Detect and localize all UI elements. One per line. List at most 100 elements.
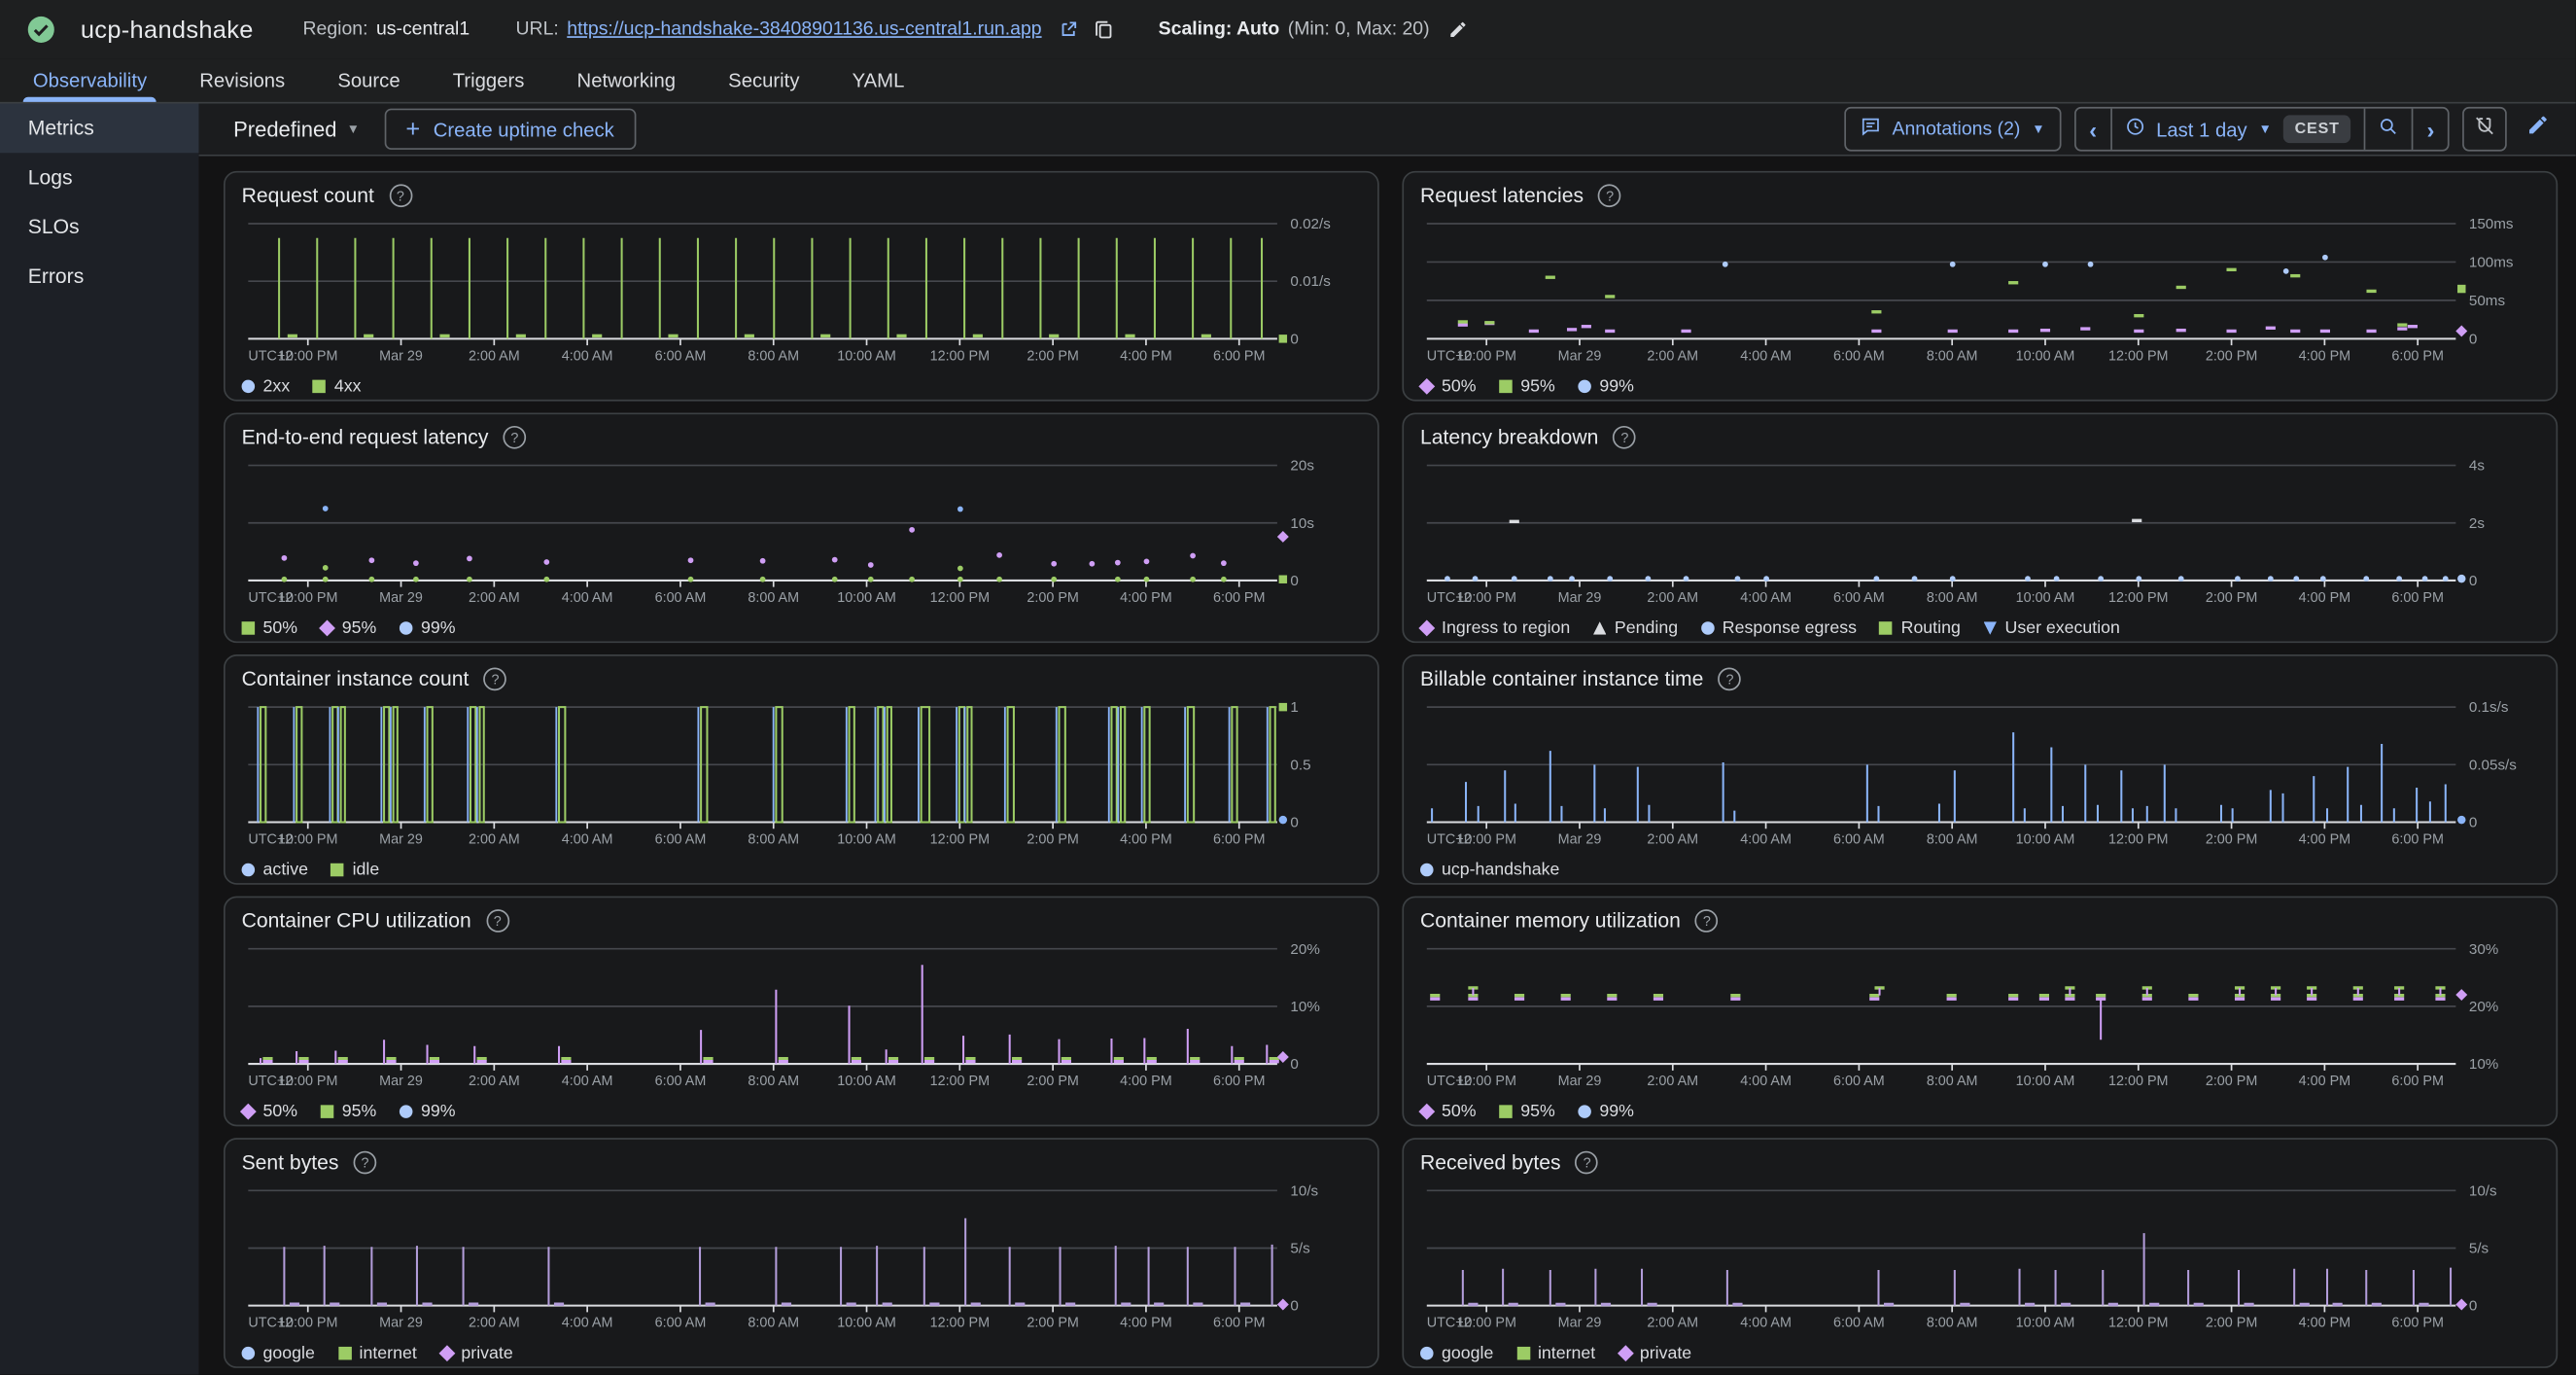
- square-marker-icon: [1880, 621, 1894, 635]
- svg-text:6:00 AM: 6:00 AM: [1833, 831, 1885, 847]
- service-url-link[interactable]: https://ucp-handshake-38408901136.us-cen…: [567, 19, 1041, 39]
- legend-item[interactable]: 50%: [242, 618, 298, 638]
- svg-text:4:00 AM: 4:00 AM: [562, 831, 613, 847]
- legend-item[interactable]: 50%: [1420, 376, 1477, 396]
- legend-item[interactable]: private: [439, 1344, 512, 1363]
- tab-source[interactable]: Source: [311, 59, 426, 102]
- legend-label: internet: [360, 1344, 417, 1363]
- chart-canvas: 4s2s0UTC+210:00 PMMar 292:00 AM4:00 AM6:…: [1420, 452, 2529, 617]
- chart-plot[interactable]: 10/s5/s0UTC+210:00 PMMar 292:00 AM4:00 A…: [1420, 1178, 2540, 1342]
- svg-text:6:00 AM: 6:00 AM: [1833, 1316, 1885, 1331]
- legend-item[interactable]: 99%: [1578, 376, 1634, 396]
- legend-item[interactable]: 95%: [321, 618, 377, 638]
- tab-observability[interactable]: Observability: [7, 59, 173, 102]
- svg-text:4:00 AM: 4:00 AM: [1740, 348, 1792, 364]
- legend-item[interactable]: Ingress to region: [1420, 618, 1570, 638]
- legend-item[interactable]: User execution: [1984, 618, 2120, 638]
- legend-item[interactable]: 50%: [242, 1102, 298, 1121]
- legend-item[interactable]: 95%: [321, 1102, 377, 1121]
- edit-scaling-icon[interactable]: [1447, 19, 1467, 39]
- svg-text:12:00 PM: 12:00 PM: [2108, 831, 2168, 847]
- chart-card-received-bytes: Received bytes ? 10/s5/s0UTC+210:00 PMMa…: [1402, 1138, 2558, 1368]
- svg-text:8:00 AM: 8:00 AM: [748, 831, 799, 847]
- legend-item[interactable]: active: [242, 860, 308, 879]
- tab-triggers[interactable]: Triggers: [427, 59, 551, 102]
- chart-plot[interactable]: 20%10%0UTC+210:00 PMMar 292:00 AM4:00 AM…: [242, 935, 1362, 1100]
- legend-item[interactable]: idle: [331, 860, 380, 879]
- edit-dashboard-button[interactable]: [2520, 111, 2556, 147]
- legend-item[interactable]: 99%: [400, 618, 456, 638]
- legend-item[interactable]: 95%: [1499, 1102, 1555, 1121]
- legend-item[interactable]: Pending: [1593, 618, 1678, 638]
- sidebar-item-errors[interactable]: Errors: [0, 252, 199, 301]
- legend-item[interactable]: ucp-handshake: [1420, 860, 1559, 879]
- svg-text:20%: 20%: [1290, 941, 1319, 958]
- chart-canvas: 20s10s0UTC+210:00 PMMar 292:00 AM4:00 AM…: [242, 452, 1351, 617]
- svg-text:12:00 PM: 12:00 PM: [930, 1316, 990, 1331]
- help-icon[interactable]: ?: [389, 184, 412, 207]
- chart-plot[interactable]: 4s2s0UTC+210:00 PMMar 292:00 AM4:00 AM6:…: [1420, 452, 2540, 617]
- tab-security[interactable]: Security: [702, 59, 825, 102]
- legend-item[interactable]: 50%: [1420, 1102, 1477, 1121]
- help-icon[interactable]: ?: [1614, 425, 1637, 448]
- copy-url-icon[interactable]: [1095, 19, 1113, 39]
- help-icon[interactable]: ?: [1695, 908, 1719, 932]
- chart-title: Request count: [242, 184, 374, 207]
- svg-text:6:00 PM: 6:00 PM: [2391, 831, 2443, 847]
- chart-plot[interactable]: 0.1s/s0.05s/s0UTC+210:00 PMMar 292:00 AM…: [1420, 694, 2540, 859]
- help-icon[interactable]: ?: [354, 1150, 377, 1174]
- help-icon[interactable]: ?: [1576, 1150, 1599, 1174]
- tab-networking[interactable]: Networking: [550, 59, 702, 102]
- sidebar-item-slos[interactable]: SLOs: [0, 202, 199, 252]
- help-icon[interactable]: ?: [504, 425, 527, 448]
- legend-item[interactable]: google: [1420, 1344, 1493, 1363]
- svg-text:12:00 PM: 12:00 PM: [2108, 590, 2168, 606]
- legend-item[interactable]: Response egress: [1701, 618, 1857, 638]
- chart-card-request-latencies: Request latencies ? 150ms100ms50ms0UTC+2…: [1402, 171, 2558, 402]
- time-range-dropdown[interactable]: Last 1 day ▼ CEST: [2110, 109, 2364, 150]
- legend-item[interactable]: 95%: [1499, 376, 1555, 396]
- chart-plot[interactable]: 30%20%10%UTC+210:00 PMMar 292:00 AM4:00 …: [1420, 935, 2540, 1100]
- svg-text:12:00 PM: 12:00 PM: [2108, 1316, 2168, 1331]
- help-icon[interactable]: ?: [1598, 184, 1621, 207]
- time-back-button[interactable]: ‹: [2076, 109, 2110, 150]
- svg-text:10:00 PM: 10:00 PM: [278, 590, 337, 606]
- chart-plot[interactable]: 0.02/s0.01/s0UTC+210:00 PMMar 292:00 AM4…: [242, 210, 1362, 374]
- snap-to-data-toggle[interactable]: [2462, 107, 2507, 152]
- svg-text:2:00 AM: 2:00 AM: [1647, 590, 1698, 606]
- chart-plot[interactable]: 10/s5/s0UTC+210:00 PMMar 292:00 AM4:00 A…: [242, 1178, 1362, 1342]
- help-icon[interactable]: ?: [486, 908, 509, 932]
- legend-item[interactable]: internet: [338, 1344, 417, 1363]
- legend-item[interactable]: Routing: [1880, 618, 1961, 638]
- tab-yaml[interactable]: YAML: [826, 59, 931, 102]
- legend-item[interactable]: 2xx: [242, 376, 291, 396]
- clock-icon: [2125, 115, 2144, 144]
- chart-plot[interactable]: 150ms100ms50ms0UTC+210:00 PMMar 292:00 A…: [1420, 210, 2540, 374]
- chart-card-container-instance-count: Container instance count ? 10.50UTC+210:…: [224, 654, 1379, 885]
- svg-text:50ms: 50ms: [2469, 293, 2506, 309]
- diamond-marker-icon: [1617, 1345, 1633, 1361]
- legend-item[interactable]: 99%: [400, 1102, 456, 1121]
- annotations-dropdown[interactable]: Annotations (2) ▼: [1844, 107, 2061, 152]
- legend-item[interactable]: private: [1619, 1344, 1691, 1363]
- legend-label: User execution: [2004, 618, 2119, 638]
- time-forward-button[interactable]: ›: [2412, 109, 2448, 150]
- chart-plot[interactable]: 20s10s0UTC+210:00 PMMar 292:00 AM4:00 AM…: [242, 452, 1362, 617]
- svg-text:6:00 AM: 6:00 AM: [1833, 348, 1885, 364]
- predefined-dropdown[interactable]: Predefined ▼: [233, 117, 360, 141]
- svg-text:6:00 AM: 6:00 AM: [655, 1074, 707, 1089]
- chart-title: Billable container instance time: [1420, 667, 1703, 690]
- legend-item[interactable]: 4xx: [313, 376, 362, 396]
- help-icon[interactable]: ?: [1719, 667, 1742, 690]
- legend-item[interactable]: google: [242, 1344, 315, 1363]
- zoom-search-button[interactable]: [2364, 109, 2412, 150]
- help-icon[interactable]: ?: [484, 667, 507, 690]
- external-link-icon[interactable]: [1060, 21, 1076, 38]
- create-uptime-check-button[interactable]: + Create uptime check: [384, 109, 635, 150]
- sidebar-item-metrics[interactable]: Metrics: [0, 104, 199, 154]
- sidebar-item-logs[interactable]: Logs: [0, 153, 199, 202]
- tab-revisions[interactable]: Revisions: [173, 59, 311, 102]
- chart-plot[interactable]: 10.50UTC+210:00 PMMar 292:00 AM4:00 AM6:…: [242, 694, 1362, 859]
- legend-item[interactable]: 99%: [1578, 1102, 1634, 1121]
- legend-item[interactable]: internet: [1516, 1344, 1595, 1363]
